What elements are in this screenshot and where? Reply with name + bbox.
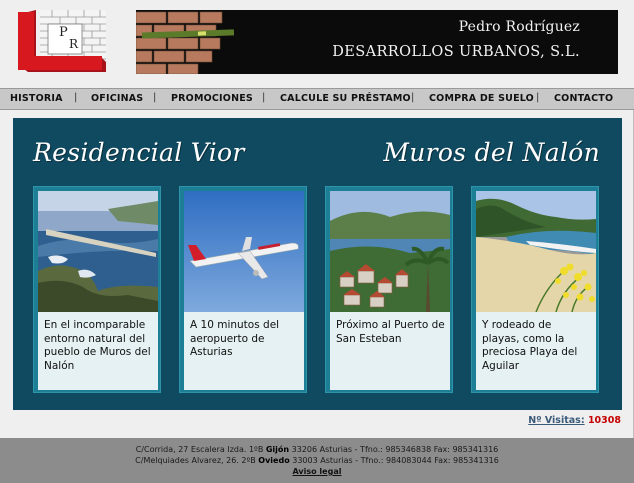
nav-separator: | [536, 92, 540, 103]
logo-initial-p: P [59, 25, 68, 40]
nav-oficinas[interactable]: OFICINAS [91, 93, 143, 104]
feature-card-airport: A 10 minutos del aeropuerto de Asturias [179, 186, 307, 393]
footer-city-gijon: Gijón [265, 445, 290, 454]
nav-compra-suelo[interactable]: COMPRA DE SUELO [429, 93, 534, 104]
card-text-harbor: Próximo al Puerto de San Esteban [330, 312, 450, 390]
nav-contacto[interactable]: CONTACTO [554, 93, 613, 104]
legal-notice-link[interactable]: Aviso legal [293, 467, 342, 476]
title-muros-del-nalon: Muros del Nalón [383, 138, 600, 167]
nav-separator: | [411, 92, 415, 103]
feature-card-harbor: Próximo al Puerto de San Esteban [325, 186, 453, 393]
title-residencial-vior: Residencial Vior [33, 138, 245, 167]
coastal-pier-photo [38, 191, 158, 312]
footer: C/Corrida, 27 Escalera Izda. 1ºB Gijón 3… [0, 444, 634, 477]
page: P R Pedro Rodríguez DESARROLLOS URBANOS,… [0, 0, 634, 438]
footer-line2-pre: C/Melquiades Alvarez, 26. 2ºB [135, 456, 256, 465]
header-banner: Pedro Rodríguez DESARROLLOS URBANOS, S.L… [136, 10, 618, 74]
visitor-counter: Nº Visitas: 10308 [528, 415, 621, 426]
nav-separator: | [74, 92, 78, 103]
feature-card-natural-setting: En el incomparable entorno natural del p… [33, 186, 161, 393]
footer-line2-post: 33003 Asturias - Tfno.: 984083044 Fax: 9… [292, 456, 499, 465]
airplane-photo [184, 191, 304, 312]
beach-photo [476, 191, 596, 312]
company-logo[interactable]: P R [18, 10, 106, 74]
nav-separator: | [262, 92, 266, 103]
card-text-airport: A 10 minutos del aeropuerto de Asturias [184, 312, 304, 390]
promotion-panel: Residencial Vior Muros del Nalón En el i… [13, 118, 622, 410]
nav-historia[interactable]: HISTORIA [10, 93, 63, 104]
visits-count: 10308 [587, 415, 621, 426]
card-text-beaches: Y rodeado de playas, como la preciosa Pl… [476, 312, 596, 390]
footer-line1-pre: C/Corrida, 27 Escalera Izda. 1ºB [135, 445, 264, 454]
footer-city-oviedo: Oviedo [258, 456, 290, 465]
banner-company-name: DESARROLLOS URBANOS, S.L. [332, 44, 580, 60]
nav-separator: | [153, 92, 157, 103]
nav-promociones[interactable]: PROMOCIONES [171, 93, 253, 104]
footer-address-gijon: C/Corrida, 27 Escalera Izda. 1ºB Gijón 3… [0, 444, 634, 455]
header: P R Pedro Rodríguez DESARROLLOS URBANOS,… [0, 0, 634, 88]
brick-level-image [136, 10, 236, 74]
logo-initial-r: R [69, 37, 79, 51]
footer-address-oviedo: C/Melquiades Alvarez, 26. 2ºB Oviedo 330… [0, 455, 634, 466]
card-text-natural-setting: En el incomparable entorno natural del p… [38, 312, 158, 390]
nav-calcule-prestamo[interactable]: CALCULE SU PRÉSTAMO [280, 93, 411, 104]
visits-label: Nº Visitas: [528, 415, 585, 426]
feature-card-beaches: Y rodeado de playas, como la preciosa Pl… [471, 186, 599, 393]
banner-owner-name: Pedro Rodríguez [458, 19, 580, 35]
main-navigation: HISTORIA | OFICINAS | PROMOCIONES | CALC… [0, 88, 634, 110]
footer-line1-post: 33206 Asturias - Tfno.: 985346838 Fax: 9… [291, 445, 499, 454]
harbor-town-photo [330, 191, 450, 312]
